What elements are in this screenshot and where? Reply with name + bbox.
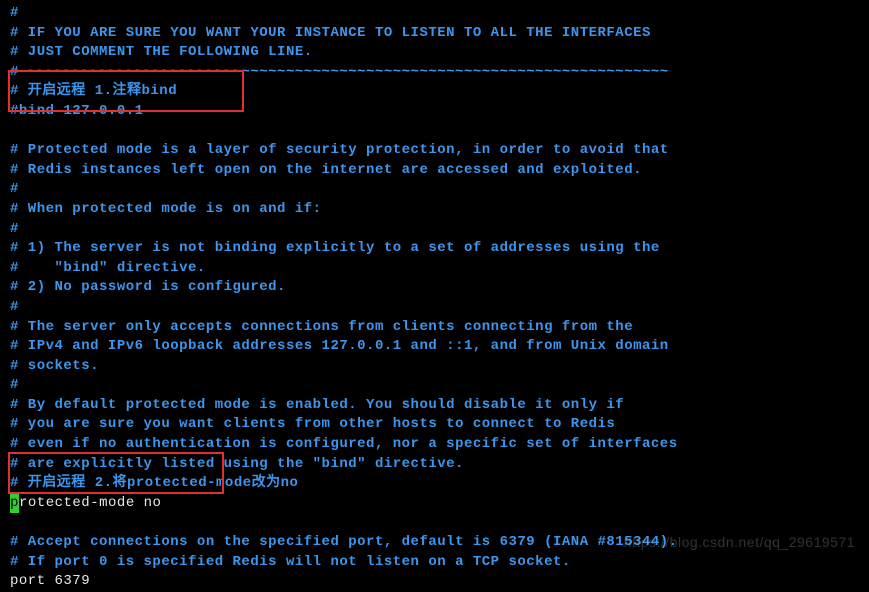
config-line: # ~~~~~~~~~~~~~~~~~~~~~~~~~~~~~~~~~~~~~~… [10, 63, 859, 83]
config-line: # sockets. [10, 357, 859, 377]
config-line: # [10, 4, 859, 24]
config-line: # When protected mode is on and if: [10, 200, 859, 220]
config-line: protected-mode no [10, 494, 859, 514]
config-line: # even if no authentication is configure… [10, 435, 859, 455]
config-line: # Redis instances left open on the inter… [10, 161, 859, 181]
config-line: # "bind" directive. [10, 259, 859, 279]
line-text: rotected-mode no [19, 495, 161, 511]
config-line: # you are sure you want clients from oth… [10, 415, 859, 435]
config-line: # IF YOU ARE SURE YOU WANT YOUR INSTANCE… [10, 24, 859, 44]
config-line: # [10, 298, 859, 318]
config-line: port 6379 [10, 572, 859, 592]
config-line: # 开启远程 1.注释bind [10, 82, 859, 102]
config-line: # [10, 376, 859, 396]
config-line: # [10, 180, 859, 200]
config-line: # JUST COMMENT THE FOLLOWING LINE. [10, 43, 859, 63]
config-line: # [10, 220, 859, 240]
config-line: # IPv4 and IPv6 loopback addresses 127.0… [10, 337, 859, 357]
config-line: # are explicitly listed using the "bind"… [10, 455, 859, 475]
config-line: # If port 0 is specified Redis will not … [10, 553, 859, 573]
config-line: # Accept connections on the specified po… [10, 533, 859, 553]
config-line: # 2) No password is configured. [10, 278, 859, 298]
terminal-editor[interactable]: ## IF YOU ARE SURE YOU WANT YOUR INSTANC… [10, 4, 859, 592]
config-line: # By default protected mode is enabled. … [10, 396, 859, 416]
config-line: # 1) The server is not binding explicitl… [10, 239, 859, 259]
config-line: #bind 127.0.0.1 [10, 102, 859, 122]
cursor-block: p [10, 494, 19, 514]
config-line [10, 513, 859, 533]
config-line: # 开启远程 2.将protected-mode改为no [10, 474, 859, 494]
config-line [10, 122, 859, 142]
config-line: # The server only accepts connections fr… [10, 318, 859, 338]
config-line: # Protected mode is a layer of security … [10, 141, 859, 161]
